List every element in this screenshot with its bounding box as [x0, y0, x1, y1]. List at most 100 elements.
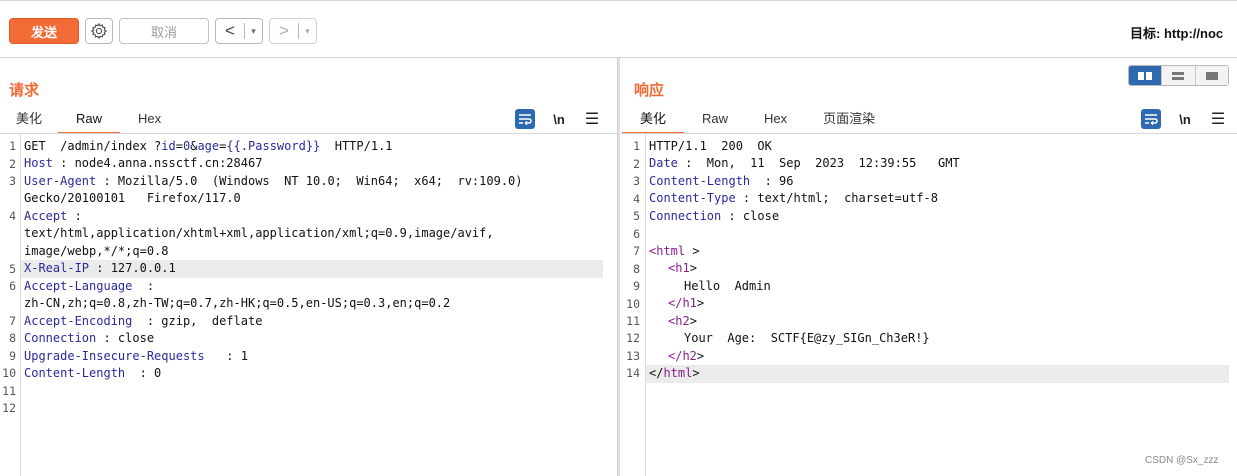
tag-bracket: >: [696, 349, 705, 363]
html-line: </h2>: [668, 348, 704, 366]
header-name: Accept-Encoding: [24, 314, 133, 328]
line-number: 9: [633, 279, 640, 293]
request-tab-pretty[interactable]: 美化: [0, 104, 58, 134]
header-line: Connection : close: [649, 208, 779, 226]
header-value: : gzip, deflate: [132, 314, 263, 328]
header-line: Host : node4.anna.nssctf.cn:28467: [24, 155, 262, 173]
header-value: : close: [96, 331, 155, 345]
param-value: {{.Password}}: [226, 139, 321, 153]
header-line: Connection : close: [24, 330, 154, 348]
header-line: Content-Length : 96: [649, 173, 794, 191]
html-text: Your Age: SCTF{E@zy_SIGn_Ch3eR!}: [684, 331, 930, 345]
request-line: GET /admin/index ?id=0&age={{.Password}}…: [24, 138, 393, 156]
request-tab-raw[interactable]: Raw: [58, 104, 121, 134]
line-number: 3: [633, 174, 640, 188]
header-value: :: [67, 209, 82, 223]
html-tag: </h1: [668, 296, 697, 310]
menu-icon[interactable]: ☰: [1208, 109, 1228, 129]
wrap-lines-button[interactable]: [515, 109, 535, 129]
header-value: : 96: [750, 174, 794, 188]
line-number: 6: [9, 279, 16, 293]
http-version: HTTP/1.1: [320, 139, 393, 153]
param-name: age: [197, 139, 220, 153]
back-button[interactable]: < ▾: [215, 18, 263, 44]
header-name: X-Real-IP: [24, 261, 90, 275]
header-name: Connection: [24, 331, 97, 345]
header-line: Accept-Language :: [24, 278, 154, 296]
response-tab-pretty[interactable]: 美化: [622, 104, 685, 134]
layout-toggle[interactable]: [1128, 65, 1229, 86]
layout-tabs-button[interactable]: [1195, 66, 1228, 85]
line-number: 8: [9, 331, 16, 345]
html-line: <h2>: [668, 313, 697, 331]
send-button[interactable]: 发送: [9, 18, 79, 44]
settings-gear-button[interactable]: [85, 18, 113, 44]
tag-bracket: >: [696, 296, 705, 310]
chevron-down-icon[interactable]: ▾: [299, 26, 316, 37]
html-line: </h1>: [668, 295, 704, 313]
header-line: User-Agent : Mozilla/5.0 (Windows NT 10.…: [24, 173, 523, 191]
newline-toggle-icon[interactable]: \n: [1175, 109, 1195, 129]
gear-icon: [90, 22, 108, 40]
status-line: HTTP/1.1 200 OK: [649, 139, 772, 153]
header-value: : 127.0.0.1: [89, 261, 176, 275]
request-panel-title: 请求: [9, 82, 40, 99]
line-number: 5: [9, 262, 16, 276]
watermark: CSDN @Sx_zzz: [1145, 455, 1219, 466]
line-number: 11: [2, 384, 16, 398]
header-line: Content-Type : text/html; charset=utf-8: [649, 190, 938, 208]
header-continuation: text/html,application/xhtml+xml,applicat…: [24, 226, 494, 240]
header-line: X-Real-IP : 127.0.0.1: [24, 260, 176, 278]
request-method: GET /admin/index ?: [24, 139, 162, 153]
chevron-left-icon: <: [225, 21, 235, 40]
rows-icon: [1172, 71, 1185, 80]
header-value: : 1: [204, 349, 248, 363]
wrap-lines-button[interactable]: [1141, 109, 1161, 129]
html-tag: html: [663, 366, 693, 380]
line-number: 11: [626, 314, 640, 328]
tag-bracket: >: [692, 244, 700, 258]
menu-icon[interactable]: ☰: [582, 109, 602, 129]
header-line: Content-Length : 0: [24, 365, 161, 383]
layout-stacked-button[interactable]: [1162, 66, 1196, 85]
line-number: 12: [626, 331, 640, 345]
newline-toggle-icon[interactable]: \n: [549, 109, 569, 129]
html-line: <h1>: [668, 260, 697, 278]
response-tab-hex[interactable]: Hex: [746, 104, 805, 134]
line-number: 6: [633, 227, 640, 241]
html-text: Hello Admin: [684, 279, 771, 293]
line-number: 5: [633, 209, 640, 223]
target-label[interactable]: 目标: http://noc: [1130, 23, 1223, 42]
html-tag: </h2: [668, 349, 697, 363]
line-number: 1: [9, 139, 16, 153]
line-number: 14: [626, 366, 640, 380]
line-number: 7: [633, 244, 640, 258]
layout-side-by-side-button[interactable]: [1129, 66, 1163, 85]
param-name: id: [161, 139, 176, 153]
chevron-down-icon[interactable]: ▾: [245, 26, 262, 37]
html-line: </html>: [649, 365, 700, 383]
panel-splitter[interactable]: [617, 58, 620, 476]
header-name: Content-Length: [649, 174, 751, 188]
line-number: 13: [626, 349, 640, 363]
cancel-button[interactable]: 取消: [119, 18, 209, 44]
forward-button[interactable]: > ▾: [269, 18, 317, 44]
header-value: : Mozilla/5.0 (Windows NT 10.0; Win64; x…: [96, 174, 523, 188]
header-name: Connection: [649, 209, 722, 223]
response-tab-render[interactable]: 页面渲染: [805, 104, 893, 134]
line-number: 7: [9, 314, 16, 328]
request-tabs: 美化 Raw Hex: [0, 104, 179, 134]
line-number: 9: [9, 349, 16, 363]
header-name: Upgrade-Insecure-Requests: [24, 349, 205, 363]
request-tab-hex[interactable]: Hex: [120, 104, 179, 134]
single-pane-icon: [1205, 71, 1218, 80]
header-name: Date: [649, 156, 678, 170]
response-highlight-row: [646, 365, 1229, 383]
html-tag: <h2: [668, 314, 690, 328]
wrap-lines-icon: [519, 114, 532, 125]
response-tab-raw[interactable]: Raw: [684, 104, 746, 134]
header-value: : close: [721, 209, 780, 223]
html-line: <html >: [649, 243, 700, 261]
header-line: Date : Mon, 11 Sep 2023 12:39:55 GMT: [649, 155, 960, 173]
line-number: 10: [2, 366, 16, 380]
